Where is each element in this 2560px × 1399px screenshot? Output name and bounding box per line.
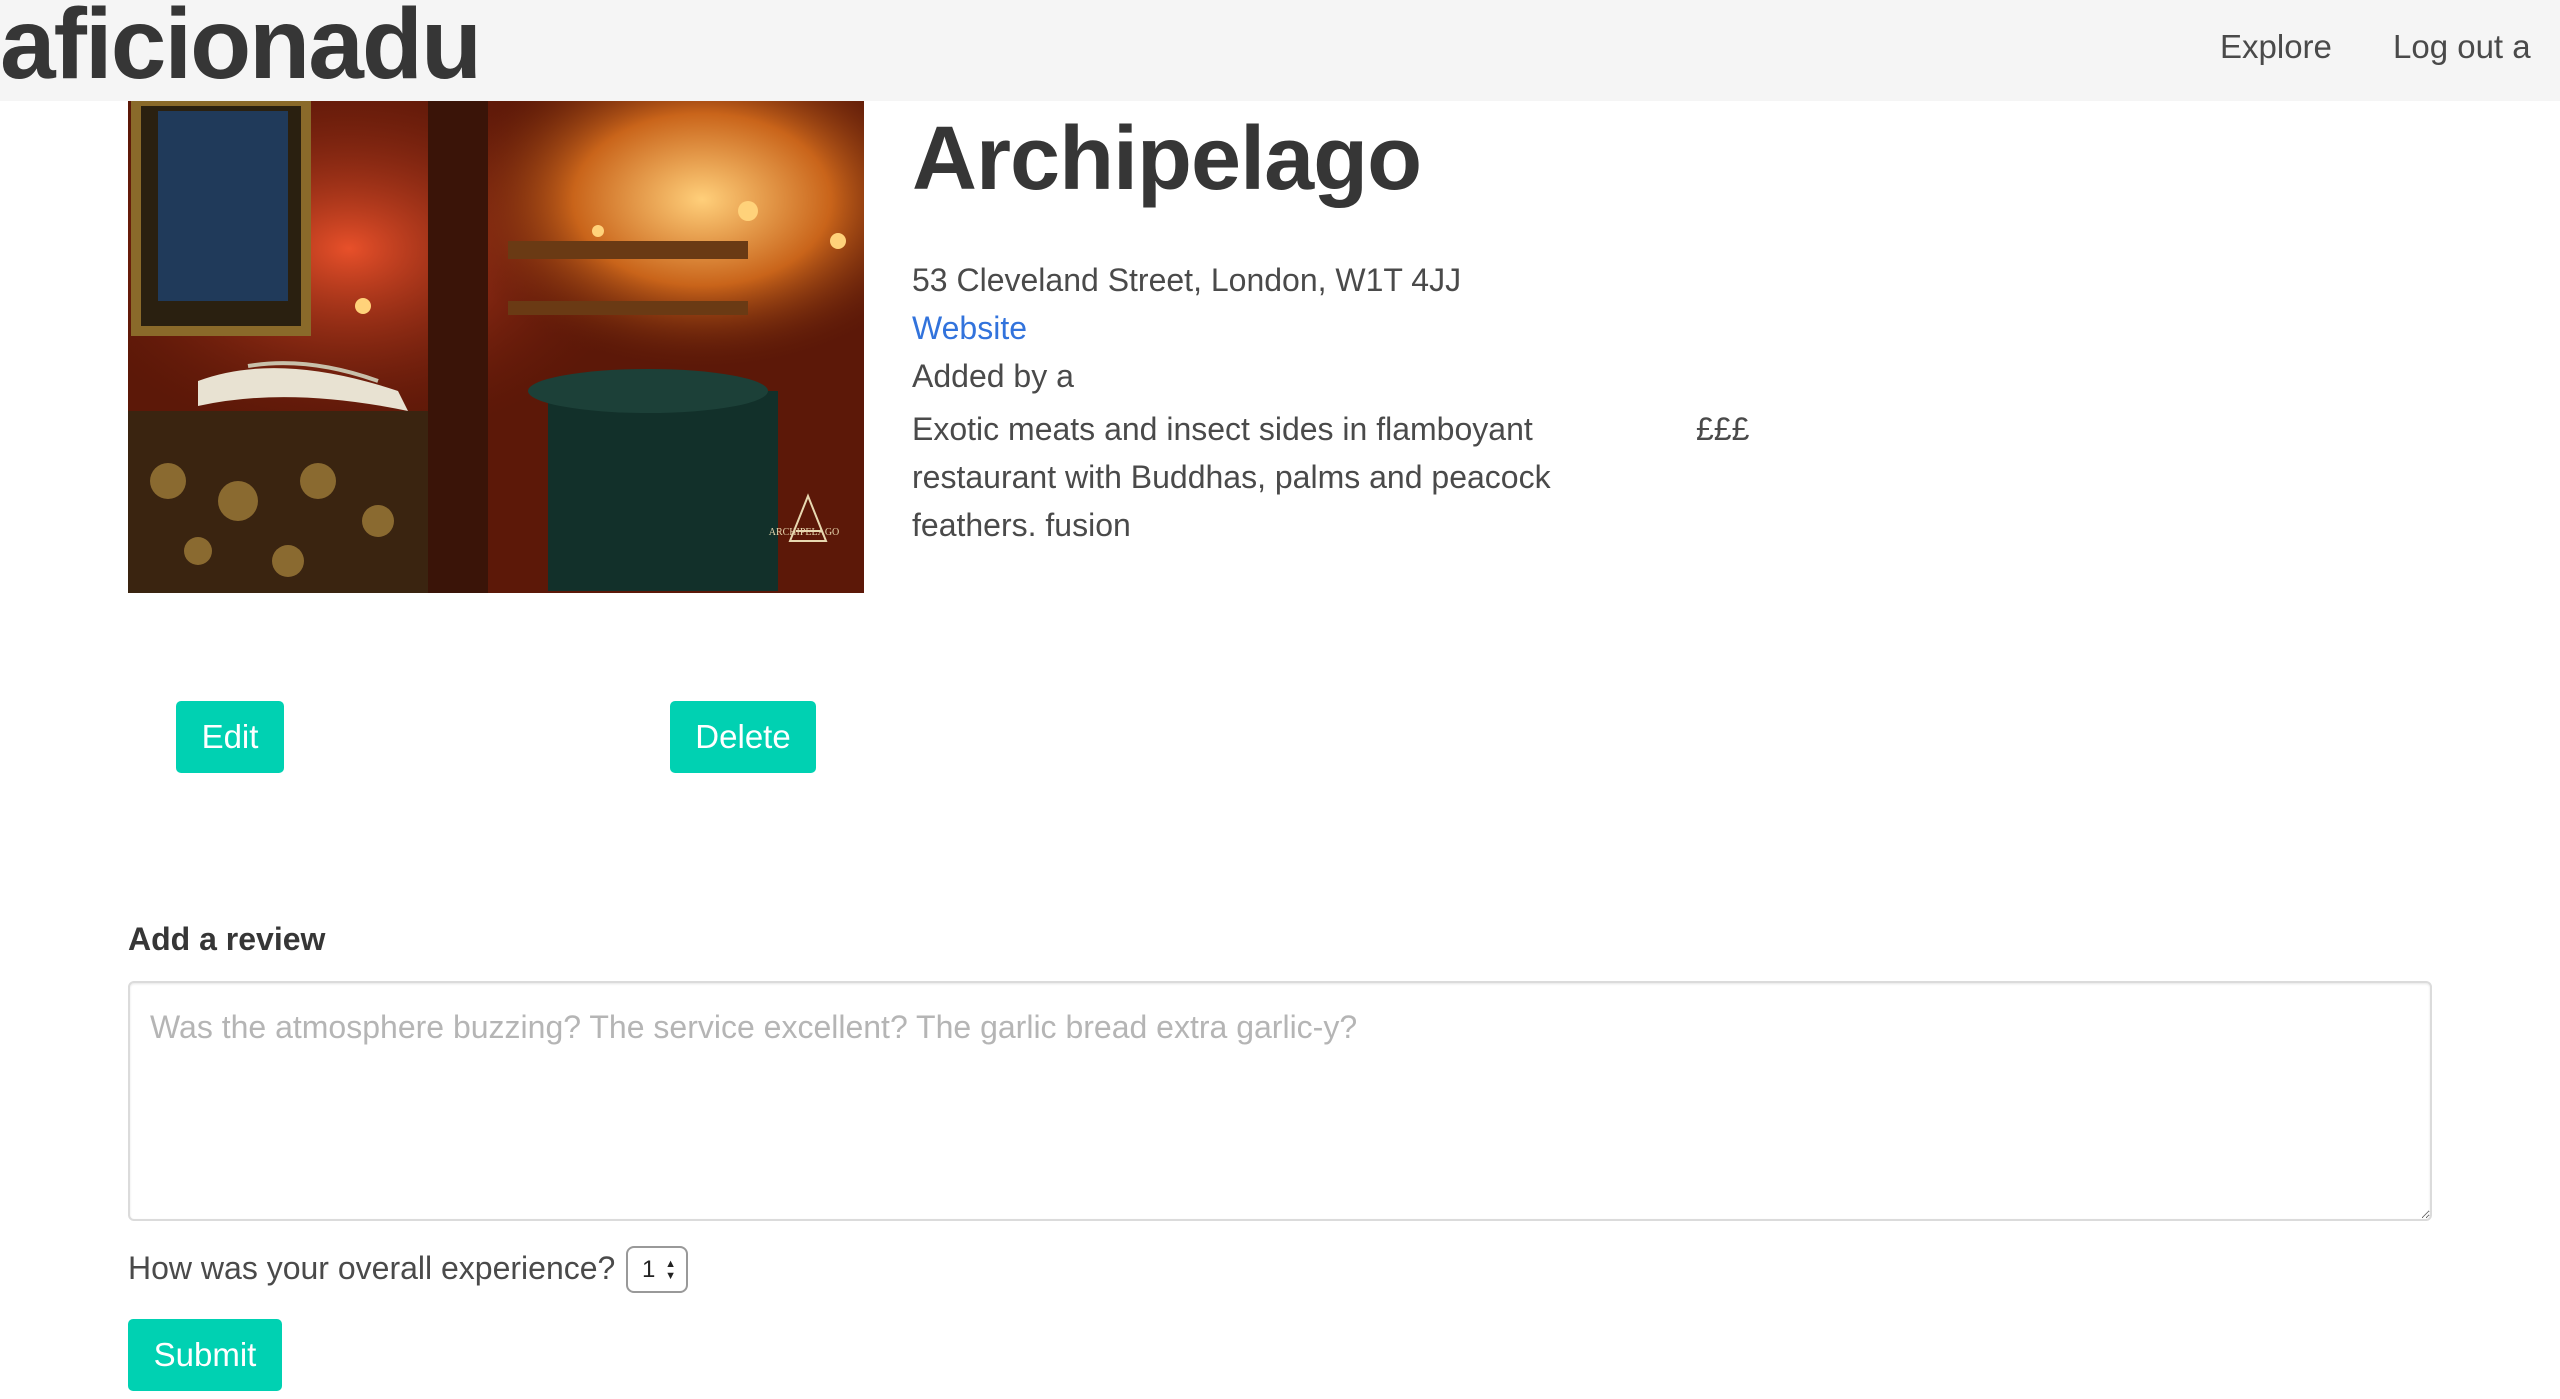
edit-button[interactable]: Edit (176, 701, 284, 773)
select-arrows-icon: ▲ ▼ (665, 1258, 676, 1282)
restaurant-description: Exotic meats and insect sides in flamboy… (912, 411, 1551, 543)
experience-question: How was your overall experience? (128, 1250, 616, 1286)
review-textarea[interactable] (128, 981, 2432, 1221)
restaurant-image: ARCHIPELAGO (128, 101, 864, 593)
image-logo-text: ARCHIPELAGO (769, 527, 840, 538)
nav-explore-link[interactable]: Explore (2220, 28, 2332, 66)
restaurant-website-link[interactable]: Website (912, 310, 1027, 347)
restaurant-address: 53 Cleveland Street, London, W1T 4JJ (912, 262, 1462, 298)
rating-select[interactable]: 1 ▲ ▼ (626, 1246, 688, 1293)
brand-logo[interactable]: aficionadu (0, 0, 482, 94)
delete-button[interactable]: Delete (670, 701, 816, 773)
navbar: aficionadu Explore Log out a (0, 0, 2560, 101)
added-by-text: Added by a (912, 358, 1074, 394)
restaurant-name: Archipelago (912, 109, 1422, 209)
add-review-heading: Add a review (128, 921, 326, 957)
submit-button[interactable]: Submit (128, 1319, 282, 1391)
rating-value: 1 (642, 1255, 656, 1283)
nav-logout-link[interactable]: Log out a (2393, 28, 2531, 66)
price-level: £££ (1696, 411, 1750, 447)
